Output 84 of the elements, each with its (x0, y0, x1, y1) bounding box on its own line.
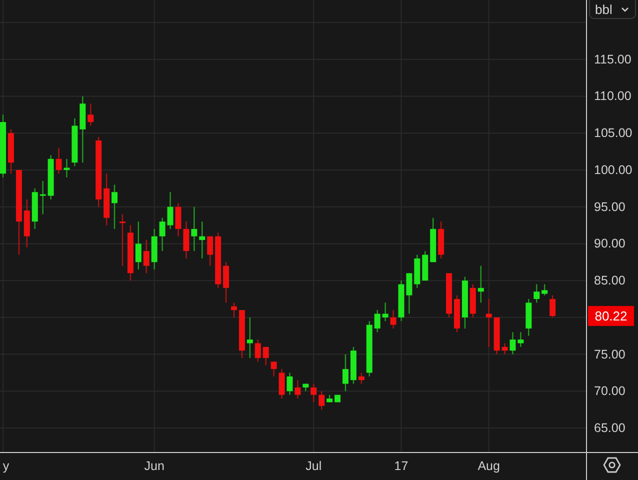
candlestick (270, 362, 277, 376)
candlestick (478, 266, 484, 303)
candlestick (254, 340, 261, 362)
candlestick (518, 332, 524, 347)
candlestick (143, 240, 150, 274)
price-axis-label: 105.00 (594, 126, 632, 140)
price-axis-label: 75.00 (594, 347, 626, 362)
candlestick (120, 214, 126, 266)
candlestick (238, 310, 245, 358)
candlestick (40, 181, 46, 214)
candlestick (191, 206, 198, 252)
candlestick (318, 391, 325, 410)
date-axis-label: y (2, 459, 10, 473)
caret-icon (621, 7, 629, 12)
candlestick (294, 380, 301, 399)
candlestick (550, 295, 556, 318)
price-axis-label: 100.00 (594, 162, 632, 177)
candlestick (167, 192, 174, 229)
candlestick (159, 218, 166, 252)
candlestick (430, 218, 436, 262)
price-axis-label: 70.00 (594, 384, 626, 398)
candlestick (542, 284, 548, 296)
candlestick (88, 104, 94, 126)
candlestick (215, 232, 222, 288)
candlestick (486, 299, 492, 347)
candlestick (48, 155, 54, 200)
candlestick (80, 96, 86, 163)
price-axis-label: 110.00 (594, 89, 632, 104)
candlestick (462, 276, 468, 328)
price-axis-label: 85.00 (594, 274, 626, 288)
candlestick (278, 369, 285, 399)
settings-icon[interactable] (603, 456, 621, 474)
candlestick (207, 236, 214, 266)
candlestick (72, 118, 78, 166)
candlestick (96, 136, 102, 207)
candlestick (358, 372, 364, 384)
candlestick (526, 299, 532, 336)
candlestick (510, 332, 516, 354)
candlestick (382, 302, 388, 322)
candlestick (334, 394, 341, 402)
date-axis-label: Jul (306, 459, 322, 473)
candlestick (302, 384, 309, 392)
candlestick (64, 158, 70, 178)
unit-dropdown[interactable]: bbl (589, 0, 636, 19)
date-axis-label: Jun (144, 459, 164, 473)
candlestick (8, 129, 14, 174)
candlestick (310, 384, 317, 402)
candlestick (104, 174, 110, 226)
price-axis-label: 115.00 (594, 52, 632, 66)
candlestick (32, 188, 38, 229)
candlestick (112, 184, 118, 229)
candlestick (350, 346, 356, 384)
candlestick (398, 280, 404, 322)
candlestick (127, 225, 134, 281)
price-axis-label: 90.00 (594, 236, 626, 251)
price-axis-label: 95.00 (594, 200, 626, 214)
candlestick (470, 284, 476, 318)
candlestick (534, 284, 540, 303)
date-axis-label: 17 (394, 459, 408, 473)
candlestick (366, 321, 372, 376)
candlestick (286, 372, 293, 395)
last-price-tag: 80.22 (588, 306, 634, 326)
candlestick (438, 222, 444, 258)
candlestick (422, 251, 428, 281)
candlestick (342, 354, 348, 392)
candlestick (414, 254, 420, 288)
candlestick (494, 317, 500, 354)
candlestick (175, 203, 182, 236)
candlestick (135, 222, 142, 270)
candlestick (262, 346, 269, 366)
candlestick (183, 222, 190, 258)
candlestick (151, 228, 158, 270)
candlestick (406, 273, 412, 314)
candlestick (390, 310, 396, 328)
candlestick (56, 148, 62, 174)
candlestick (199, 222, 206, 258)
price-axis-label: 65.00 (594, 421, 626, 436)
candlestick (326, 394, 333, 402)
candlestick (246, 317, 253, 358)
candlestick (374, 310, 380, 332)
candlestick (24, 199, 30, 248)
date-axis-label: Aug (478, 459, 500, 473)
candlestick (502, 343, 508, 354)
candlestick (0, 114, 6, 178)
